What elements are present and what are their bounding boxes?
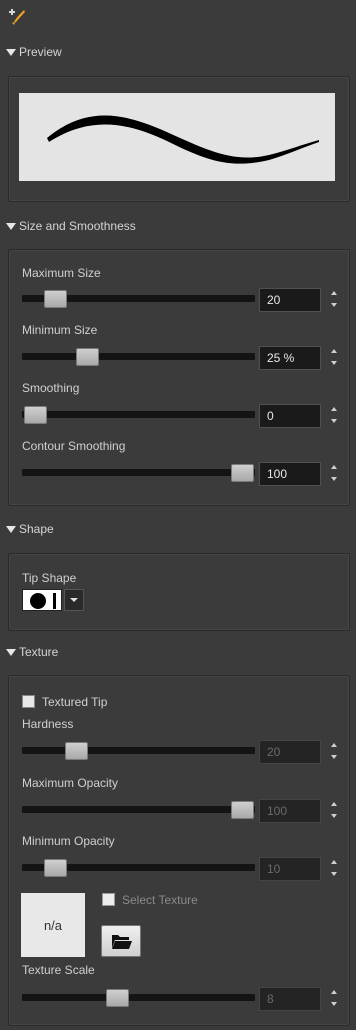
maximum-size-slider-thumb[interactable]: [44, 290, 67, 308]
minimum-size-label: Minimum Size: [22, 323, 98, 337]
smoothing-slider-thumb[interactable]: [24, 406, 47, 424]
brush-plus-icon: [7, 7, 27, 27]
collapse-triangle-icon: [6, 48, 16, 56]
contour-smoothing-label: Contour Smoothing: [22, 439, 126, 453]
texture-scale-spinner[interactable]: [329, 987, 339, 1011]
spin-down-icon[interactable]: [331, 872, 337, 876]
contour-smoothing-spinner[interactable]: [329, 462, 339, 486]
maximum-opacity-slider[interactable]: [22, 806, 255, 813]
smoothing-field[interactable]: 0: [259, 404, 321, 428]
contour-smoothing-slider-thumb[interactable]: [231, 464, 254, 482]
browse-texture-button[interactable]: [101, 925, 141, 957]
spin-down-icon[interactable]: [331, 361, 337, 365]
spin-up-icon[interactable]: [331, 990, 337, 994]
maximum-size-spinner[interactable]: [329, 288, 339, 312]
tip-shape-dropdown[interactable]: [22, 589, 84, 611]
tip-shape-label: Tip Shape: [22, 571, 77, 585]
collapse-triangle-icon: [6, 525, 16, 533]
spin-down-icon[interactable]: [331, 419, 337, 423]
spin-down-icon[interactable]: [331, 755, 337, 759]
size-smoothness-section-label: Size and Smoothness: [19, 219, 136, 233]
hardness-slider-thumb[interactable]: [65, 742, 88, 760]
spin-up-icon[interactable]: [331, 407, 337, 411]
contour-smoothing-slider[interactable]: [22, 469, 255, 476]
spin-up-icon[interactable]: [331, 349, 337, 353]
textured-tip-checkbox[interactable]: [22, 695, 35, 708]
texture-section-label: Texture: [19, 645, 59, 659]
maximum-opacity-spinner[interactable]: [329, 799, 339, 823]
hardness-slider[interactable]: [22, 747, 255, 754]
maximum-opacity-label: Maximum Opacity: [22, 776, 119, 790]
spin-down-icon[interactable]: [331, 1002, 337, 1006]
spin-up-icon[interactable]: [331, 860, 337, 864]
minimum-size-slider-thumb[interactable]: [76, 348, 99, 366]
collapse-triangle-icon: [6, 222, 16, 230]
smoothing-slider[interactable]: [22, 411, 255, 418]
spin-up-icon[interactable]: [331, 743, 337, 747]
minimum-opacity-field[interactable]: 10: [259, 857, 321, 881]
contour-smoothing-field[interactable]: 100: [259, 462, 321, 486]
texture-scale-label: Texture Scale: [22, 963, 95, 977]
spin-down-icon[interactable]: [331, 477, 337, 481]
size-smoothness-section-header[interactable]: Size and Smoothness: [0, 216, 356, 236]
chevron-down-icon: [70, 598, 78, 602]
tip-shape-dropdown-arrow[interactable]: [64, 589, 84, 611]
minimum-size-field[interactable]: 25 %: [259, 346, 321, 370]
preview-section-label: Preview: [19, 45, 62, 59]
preview-section-header[interactable]: Preview: [0, 42, 356, 62]
round-tip-icon: [22, 589, 62, 611]
texture-scale-slider-thumb[interactable]: [106, 989, 129, 1007]
spin-up-icon[interactable]: [331, 802, 337, 806]
hardness-field[interactable]: 20: [259, 740, 321, 764]
spin-up-icon[interactable]: [331, 291, 337, 295]
texture-section-header[interactable]: Texture: [0, 642, 356, 662]
spin-down-icon[interactable]: [331, 814, 337, 818]
minimum-opacity-label: Minimum Opacity: [22, 834, 115, 848]
shape-section-header[interactable]: Shape: [0, 519, 356, 539]
select-texture-label: Select Texture: [122, 893, 198, 907]
maximum-opacity-field[interactable]: 100: [259, 799, 321, 823]
maximum-opacity-slider-thumb[interactable]: [231, 801, 254, 819]
minimum-size-spinner[interactable]: [329, 346, 339, 370]
shape-section-label: Shape: [19, 522, 54, 536]
texture-thumbnail: n/a: [21, 893, 85, 957]
smoothing-spinner[interactable]: [329, 404, 339, 428]
hardness-spinner[interactable]: [329, 740, 339, 764]
texture-scale-field[interactable]: 8: [259, 987, 321, 1011]
hardness-label: Hardness: [22, 717, 74, 731]
stroke-preview: [19, 93, 335, 181]
textured-tip-label: Textured Tip: [42, 695, 108, 709]
collapse-triangle-icon: [6, 648, 16, 656]
texture-scale-slider[interactable]: [22, 994, 255, 1001]
minimum-opacity-slider-thumb[interactable]: [44, 859, 67, 877]
minimum-size-slider[interactable]: [22, 353, 255, 360]
select-texture-checkbox[interactable]: [102, 893, 115, 906]
open-folder-icon: [112, 935, 132, 949]
smoothing-label: Smoothing: [22, 381, 80, 395]
maximum-size-label: Maximum Size: [22, 266, 101, 280]
minimum-opacity-spinner[interactable]: [329, 857, 339, 881]
maximum-size-field[interactable]: 20: [259, 288, 321, 312]
spin-down-icon[interactable]: [331, 303, 337, 307]
spin-up-icon[interactable]: [331, 465, 337, 469]
